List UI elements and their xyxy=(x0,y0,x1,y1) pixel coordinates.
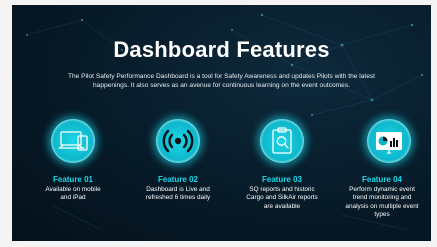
feature-04-title: Feature 04 xyxy=(361,175,403,184)
subtitle-line: happenings. It also serves as an avenue … xyxy=(93,81,350,89)
feature-02-description: Dashboard is Live and refreshed 6 times … xyxy=(130,186,226,203)
report-search-icon xyxy=(260,119,304,163)
description-line: trend monitoring and xyxy=(352,194,412,202)
feature-01-title: Feature 01 xyxy=(52,175,94,184)
description-line: SQ reports and historic xyxy=(249,186,315,193)
subtitle-line: The Pilot Safety Performance Dashboard i… xyxy=(67,73,376,80)
description-line: Available on mobile xyxy=(45,186,101,193)
feature-03-title: Feature 03 xyxy=(261,175,303,184)
description-line: and iPad xyxy=(60,194,86,202)
feature-01-description: Available on mobile and iPad xyxy=(25,186,121,203)
page-subtitle: The Pilot Safety Performance Dashboard i… xyxy=(40,73,403,90)
feature-slide: Dashboard Features The Pilot Safety Perf… xyxy=(12,5,431,241)
description-line: Perform dynamic event xyxy=(349,186,415,193)
description-line: analysis on multiple event xyxy=(345,202,419,210)
feature-03-description: SQ reports and historic Cargo and SilkAi… xyxy=(234,186,330,211)
feature-04-description: Perform dynamic event trend monitoring a… xyxy=(334,186,430,220)
description-line: Cargo and SilkAir reports xyxy=(246,194,318,202)
description-line: Dashboard is Live and xyxy=(146,186,210,193)
description-line: refreshed 6 times daily xyxy=(145,194,211,202)
description-line: are available xyxy=(263,202,301,210)
devices-icon xyxy=(51,119,95,163)
broadcast-icon xyxy=(156,119,200,163)
page-title: Dashboard Features xyxy=(113,37,330,62)
trend-analysis-icon xyxy=(367,119,411,163)
feature-02-title: Feature 02 xyxy=(157,175,199,184)
description-line: types xyxy=(374,211,390,219)
